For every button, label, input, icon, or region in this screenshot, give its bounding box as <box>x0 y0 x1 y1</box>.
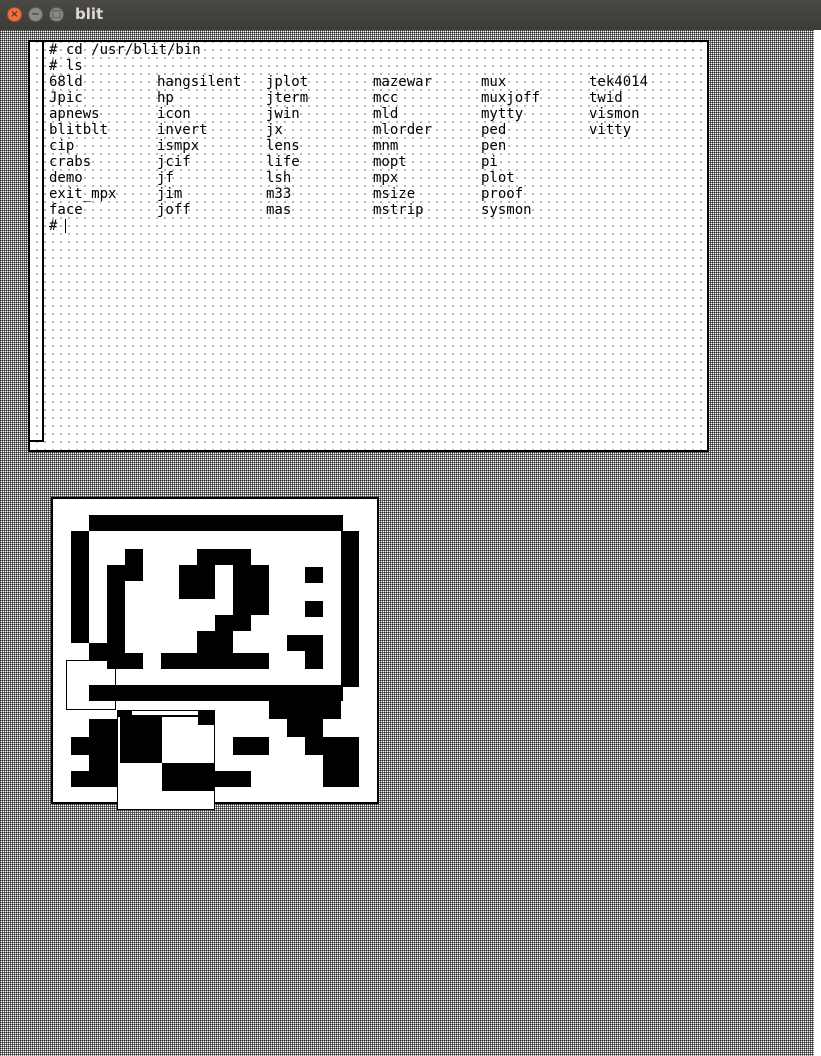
file-entry: mopt <box>373 154 407 170</box>
file-entry: invert <box>157 122 208 138</box>
file-entry: demo <box>49 170 83 186</box>
file-entry: life <box>266 154 300 170</box>
file-entry: mstrip <box>373 202 424 218</box>
file-entry: blitblt <box>49 122 109 138</box>
file-entry: vismon <box>589 106 640 122</box>
file-entry: joff <box>157 202 191 218</box>
window-titlebar: × − □ blit <box>0 0 821 30</box>
sweep-rectangle[interactable] <box>66 660 116 710</box>
file-entry: pen <box>481 138 507 154</box>
terminal-line-ls: # ls <box>49 58 83 74</box>
file-entry: pi <box>481 154 498 170</box>
face-bitmap-icon <box>71 515 359 787</box>
file-entry: jterm <box>266 90 309 106</box>
file-entry: Jpic <box>49 90 83 106</box>
lens-magnifier-window[interactable] <box>117 710 215 810</box>
magnified-bitmap <box>118 711 214 791</box>
terminal-prompt: # <box>49 218 58 234</box>
file-entry: twid <box>589 90 623 106</box>
file-entry: sysmon <box>481 202 532 218</box>
file-entry: apnews <box>49 106 100 122</box>
terminal-line-cd: # cd /usr/blit/bin <box>49 42 201 58</box>
file-entry: proof <box>481 186 524 202</box>
file-entry: ismpx <box>157 138 200 154</box>
file-entry: jwin <box>266 106 300 122</box>
file-entry: vitty <box>589 122 632 138</box>
file-entry: mlorder <box>373 122 433 138</box>
file-entry: ped <box>481 122 507 138</box>
file-entry: crabs <box>49 154 92 170</box>
face-icon-window[interactable] <box>51 497 379 804</box>
file-entry: jcif <box>157 154 191 170</box>
file-entry: jx <box>266 122 283 138</box>
file-entry: mytty <box>481 106 524 122</box>
desktop-edge <box>814 30 821 1056</box>
file-entry: mas <box>266 202 292 218</box>
file-entry: exit_mpx <box>49 186 117 202</box>
terminal-scroll-marker[interactable] <box>30 440 42 442</box>
file-entry: mpx <box>373 170 399 186</box>
close-icon[interactable]: × <box>7 7 22 22</box>
terminal-text-area[interactable]: # cd /usr/blit/bin # ls 68ld hangsilent jp… <box>42 42 709 442</box>
file-entry: jplot <box>266 74 309 90</box>
file-entry: face <box>49 202 83 218</box>
file-entry: mcc <box>373 90 399 106</box>
file-entry: jim <box>157 186 183 202</box>
file-entry: jf <box>157 170 174 186</box>
file-entry: 68ld <box>49 74 83 90</box>
maximize-icon[interactable]: □ <box>49 7 64 22</box>
file-entry: hangsilent <box>157 74 242 90</box>
file-entry: mnm <box>373 138 399 154</box>
file-entry: cip <box>49 138 75 154</box>
file-entry: lsh <box>266 170 292 186</box>
file-entry: m33 <box>266 186 292 202</box>
text-cursor <box>65 219 66 233</box>
file-entry: icon <box>157 106 191 122</box>
file-entry: mld <box>373 106 399 122</box>
file-entry: mux <box>481 74 507 90</box>
file-entry: plot <box>481 170 515 186</box>
window-title: blit <box>75 5 104 23</box>
file-entry: msize <box>373 186 416 202</box>
file-entry: hp <box>157 90 174 106</box>
minimize-icon[interactable]: − <box>28 7 43 22</box>
terminal-window[interactable]: # cd /usr/blit/bin # ls 68ld hangsilent jp… <box>28 40 709 452</box>
file-entry: tek4014 <box>589 74 649 90</box>
file-entry: muxjoff <box>481 90 541 106</box>
file-entry: mazewar <box>373 74 433 90</box>
file-entry: lens <box>266 138 300 154</box>
